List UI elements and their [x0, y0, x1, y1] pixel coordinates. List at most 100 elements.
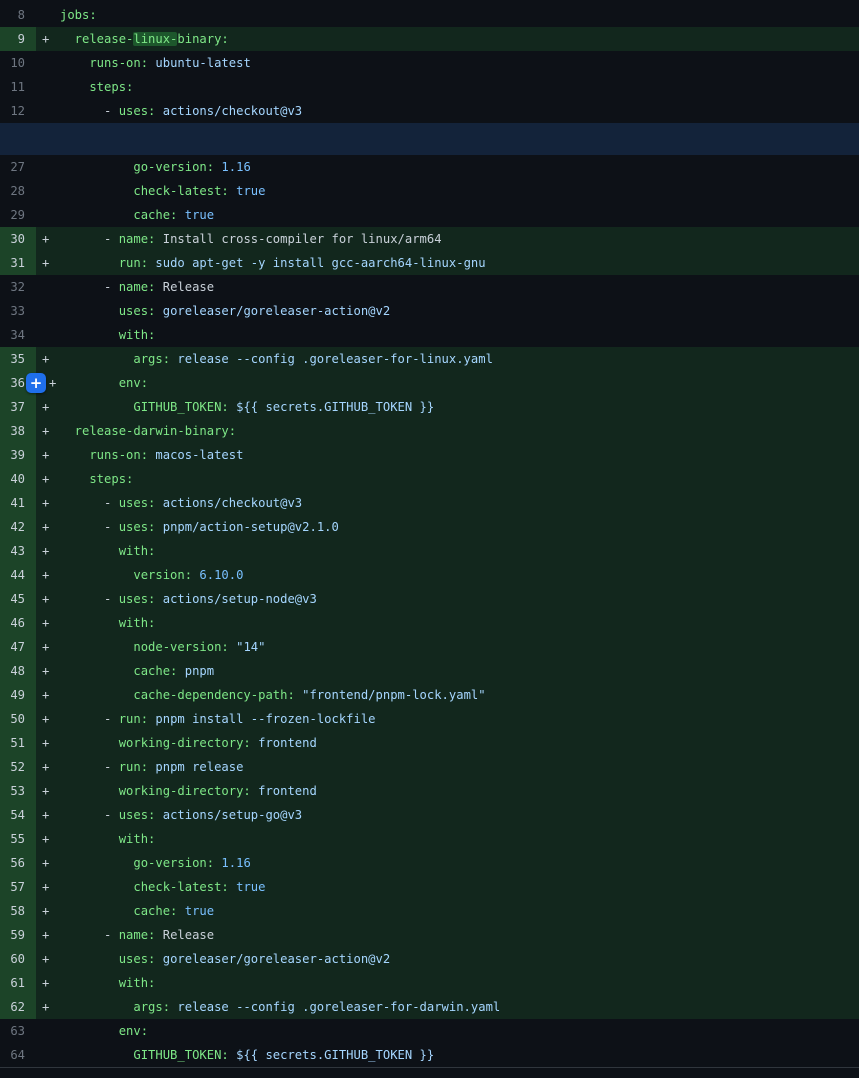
line-number[interactable]: 38: [0, 419, 36, 443]
diff-added-marker: +: [42, 803, 49, 827]
code-token: -: [60, 928, 119, 942]
code-token: 1.16: [214, 160, 251, 174]
line-number[interactable]: 61: [0, 971, 36, 995]
code-token: uses:: [60, 304, 155, 318]
diff-row: 36+ env:+: [0, 371, 859, 395]
line-number[interactable]: 27: [0, 155, 36, 179]
diff-added-marker: +: [42, 395, 49, 419]
code-line: + steps:: [36, 467, 859, 491]
line-number[interactable]: 40: [0, 467, 36, 491]
code-token: run:: [60, 256, 148, 270]
line-number[interactable]: 35: [0, 347, 36, 371]
line-number[interactable]: 63: [0, 1019, 36, 1043]
line-number[interactable]: 57: [0, 875, 36, 899]
code-line: uses: goreleaser/goreleaser-action@v2: [36, 299, 859, 323]
line-number[interactable]: 30: [0, 227, 36, 251]
diff-row: 28 check-latest: true: [0, 179, 859, 203]
code-token: ubuntu-latest: [148, 56, 251, 70]
line-number[interactable]: 58: [0, 899, 36, 923]
code-token: with:: [60, 976, 155, 990]
line-number[interactable]: 37: [0, 395, 36, 419]
line-number[interactable]: 42: [0, 515, 36, 539]
code-token: with:: [60, 544, 155, 558]
code-line: cache: true: [36, 203, 859, 227]
code-token: -: [60, 232, 119, 246]
line-number[interactable]: 12: [0, 99, 36, 123]
code-line: + working-directory: frontend: [36, 779, 859, 803]
diff-added-marker: +: [42, 947, 49, 971]
code-token: goreleaser/goreleaser-action@v2: [155, 952, 390, 966]
line-number[interactable]: 41: [0, 491, 36, 515]
code-token: env:: [60, 1024, 148, 1038]
code-line: + args: release --config .goreleaser-for…: [36, 995, 859, 1019]
line-number[interactable]: 43: [0, 539, 36, 563]
code-token: pnpm release: [148, 760, 243, 774]
code-token: uses:: [119, 496, 156, 510]
code-token: uses:: [60, 952, 155, 966]
code-token: cache:: [60, 664, 177, 678]
line-number[interactable]: 49: [0, 683, 36, 707]
diff-added-marker: +: [42, 971, 49, 995]
diff-row: 45+ - uses: actions/setup-node@v3: [0, 587, 859, 611]
line-number[interactable]: 59: [0, 923, 36, 947]
code-token: 6.10.0: [192, 568, 243, 582]
line-number[interactable]: 60: [0, 947, 36, 971]
code-token: -: [60, 712, 119, 726]
hunk-expand-row: [0, 123, 859, 155]
line-number[interactable]: 46: [0, 611, 36, 635]
diff-added-marker: +: [42, 27, 49, 51]
diff-added-marker: +: [42, 923, 49, 947]
line-number[interactable]: 34: [0, 323, 36, 347]
code-line: with:: [36, 323, 859, 347]
add-comment-button[interactable]: +: [26, 373, 46, 393]
line-number[interactable]: 11: [0, 75, 36, 99]
line-number[interactable]: 29: [0, 203, 36, 227]
code-line: + release-darwin-binary:: [36, 419, 859, 443]
code-line: steps:: [36, 75, 859, 99]
code-token: binary:: [177, 32, 228, 46]
code-token: -: [60, 760, 119, 774]
line-number[interactable]: 9: [0, 27, 36, 51]
diff-row: 29 cache: true: [0, 203, 859, 227]
code-token: true: [229, 184, 266, 198]
code-token: Install cross-compiler for linux/arm64: [155, 232, 441, 246]
code-line: - name: Release: [36, 275, 859, 299]
code-token: -: [60, 496, 119, 510]
line-number[interactable]: 55: [0, 827, 36, 851]
line-number[interactable]: 31: [0, 251, 36, 275]
line-number[interactable]: 10: [0, 51, 36, 75]
code-line: + release-linux-binary:: [36, 27, 859, 51]
diff-row: 53+ working-directory: frontend: [0, 779, 859, 803]
line-number[interactable]: 44: [0, 563, 36, 587]
diff-added-marker: +: [42, 563, 49, 587]
code-line: + - name: Install cross-compiler for lin…: [36, 227, 859, 251]
diff-row: 39+ runs-on: macos-latest: [0, 443, 859, 467]
line-number[interactable]: 33: [0, 299, 36, 323]
diff-rows: 8jobs:9+ release-linux-binary:10 runs-on…: [0, 3, 859, 1067]
diff-added-marker: +: [42, 611, 49, 635]
diff-row: 31+ run: sudo apt-get -y install gcc-aar…: [0, 251, 859, 275]
line-number[interactable]: 8: [0, 3, 36, 27]
code-token: ${{ secrets.GITHUB_TOKEN }}: [229, 1048, 434, 1062]
code-token: sudo apt-get -y install gcc-aarch64-linu…: [148, 256, 486, 270]
line-number[interactable]: 53: [0, 779, 36, 803]
line-number[interactable]: 54: [0, 803, 36, 827]
diff-row: 33 uses: goreleaser/goreleaser-action@v2: [0, 299, 859, 323]
diff-row: 11 steps:: [0, 75, 859, 99]
line-number[interactable]: 48: [0, 659, 36, 683]
line-number[interactable]: 52: [0, 755, 36, 779]
line-number[interactable]: 47: [0, 635, 36, 659]
diff-row: 37+ GITHUB_TOKEN: ${{ secrets.GITHUB_TOK…: [0, 395, 859, 419]
line-number[interactable]: 64: [0, 1043, 36, 1067]
line-number[interactable]: 50: [0, 707, 36, 731]
line-number[interactable]: 45: [0, 587, 36, 611]
line-number[interactable]: 51: [0, 731, 36, 755]
code-token: uses:: [119, 520, 156, 534]
line-number[interactable]: 39: [0, 443, 36, 467]
code-token: actions/checkout@v3: [155, 104, 302, 118]
line-number[interactable]: 62: [0, 995, 36, 1019]
diff-row: 63 env:: [0, 1019, 859, 1043]
line-number[interactable]: 56: [0, 851, 36, 875]
line-number[interactable]: 28: [0, 179, 36, 203]
line-number[interactable]: 32: [0, 275, 36, 299]
